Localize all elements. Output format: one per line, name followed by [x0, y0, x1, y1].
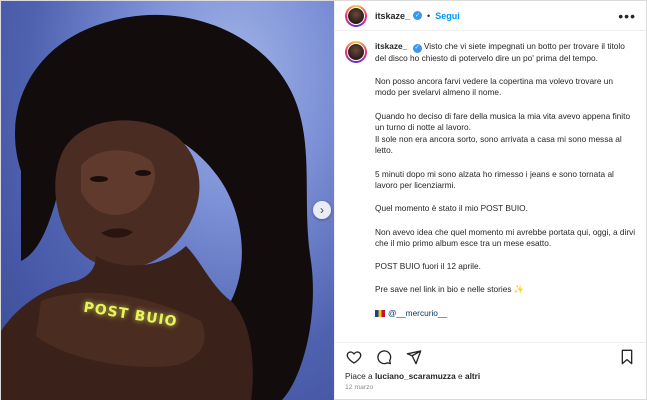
caption-line: POST BUIO fuori il 12 aprile.: [375, 261, 481, 272]
sparkle-icon: ✨: [513, 284, 525, 295]
likes-others[interactable]: altri: [465, 371, 480, 381]
share-icon[interactable]: [405, 348, 423, 366]
likes-line: Piace a luciano_scaramuzza e altri: [335, 370, 646, 382]
caption-paragraph: Non posso ancora farvi vedere la coperti…: [375, 76, 636, 99]
caption-text: itskaze_ ✓ Visto che vi siete impegnati …: [375, 41, 636, 342]
caption-username[interactable]: itskaze_: [375, 41, 407, 51]
right-eye: [135, 170, 151, 176]
caption-line: Il sole non era ancora sorto, sono arriv…: [375, 133, 622, 156]
post-header: itskaze_ ✓ • Segui •••: [335, 1, 646, 31]
instagram-post: POST BUIO › itskaze_ ✓ • Segui ••• itska…: [0, 0, 647, 400]
caption-paragraph: Non avevo idea che quel momento mi avreb…: [375, 227, 636, 250]
post-side-panel: itskaze_ ✓ • Segui ••• itskaze_ ✓ Visto …: [334, 1, 646, 400]
caption-avatar-image: [347, 43, 365, 61]
bookmark-icon[interactable]: [618, 348, 636, 366]
caption-line: Non posso ancora farvi vedere la coperti…: [375, 75, 613, 98]
follow-button[interactable]: Segui: [435, 11, 460, 21]
caption-paragraph: itskaze_ ✓ Visto che vi siete impegnati …: [375, 41, 636, 64]
caption-credit: @__mercurio__: [375, 308, 636, 320]
caption-paragraph: 5 minuti dopo mi sono alzata ho rimesso …: [375, 169, 636, 192]
more-options-icon[interactable]: •••: [618, 8, 636, 24]
action-bar: [335, 342, 646, 370]
comment-icon[interactable]: [375, 348, 393, 366]
caption-paragraph: Quel momento è stato il mio POST BUIO.: [375, 203, 636, 215]
portrait-illustration: [1, 14, 313, 400]
panel-bottom-spacer: [335, 391, 646, 400]
avatar-image: [347, 6, 365, 25]
likes-joiner: e: [458, 371, 463, 381]
caption-line: Visto che vi siete impegnati un botto pe…: [375, 41, 625, 63]
credit-mention[interactable]: @__mercurio__: [388, 308, 447, 318]
likes-prefix: Piace a: [345, 371, 373, 381]
header-username[interactable]: itskaze_: [375, 11, 410, 21]
caption-avatar[interactable]: [345, 41, 367, 63]
caption-line: Non avevo idea che quel momento mi avreb…: [375, 226, 636, 249]
likes-user[interactable]: luciano_scaramuzza: [375, 371, 456, 381]
post-date[interactable]: 12 marzo: [335, 382, 646, 391]
caption-line: Quel momento è stato il mio POST BUIO.: [375, 203, 528, 214]
caption-line: Pre save nel link in bio e nelle stories: [375, 284, 512, 295]
left-eye: [90, 176, 108, 182]
flag-icon: [375, 309, 385, 317]
chevron-right-icon[interactable]: ›: [313, 201, 331, 219]
verified-badge-icon: ✓: [413, 11, 423, 20]
caption-line: 5 minuti dopo mi sono alzata ho rimesso …: [375, 168, 614, 191]
caption-line: Quando ho deciso di fare della musica la…: [375, 110, 631, 133]
avatar[interactable]: [345, 4, 367, 27]
verified-badge-icon: ✓: [412, 43, 422, 53]
caption-paragraph: POST BUIO fuori il 12 aprile.: [375, 261, 636, 273]
caption-paragraph: Pre save nel link in bio e nelle stories…: [375, 284, 636, 296]
post-photo[interactable]: POST BUIO ›: [1, 1, 334, 400]
caption-section: itskaze_ ✓ Visto che vi siete impegnati …: [335, 31, 646, 342]
heart-icon[interactable]: [345, 348, 363, 366]
header-separator: •: [427, 10, 431, 21]
caption-paragraph: Quando ho deciso di fare della musica la…: [375, 111, 636, 157]
